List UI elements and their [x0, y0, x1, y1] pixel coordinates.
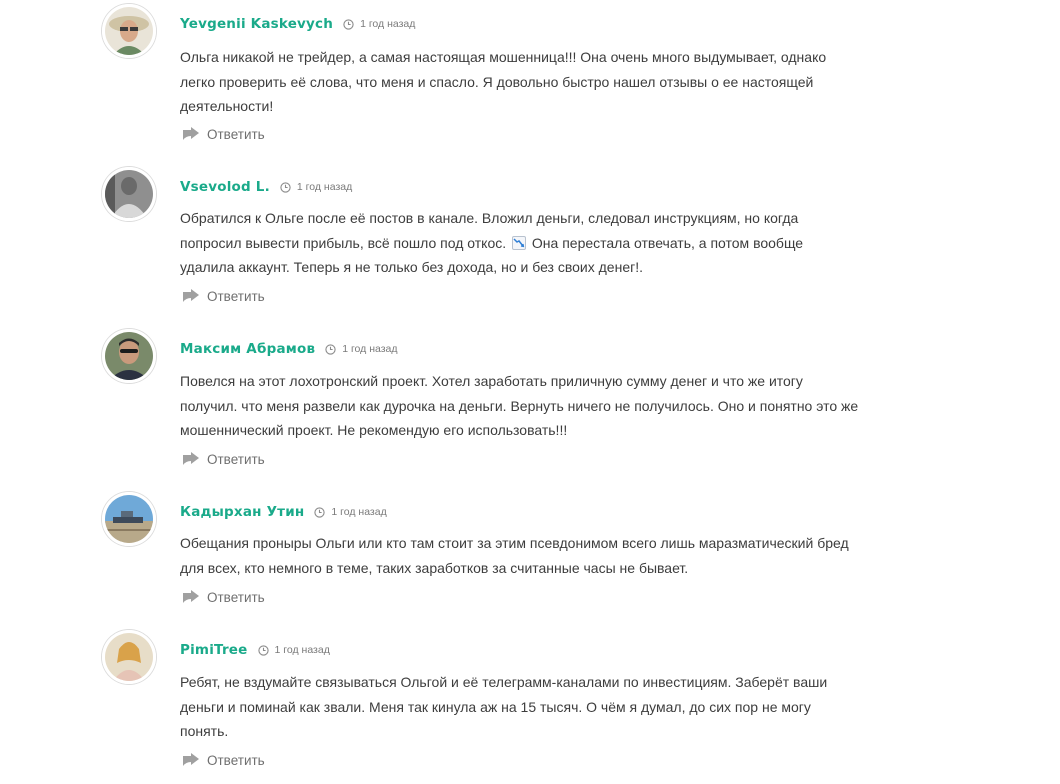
reply-arrow-icon: [183, 452, 199, 465]
comment-text-body: Ольга никакой не трейдер, а самая настоя…: [180, 49, 827, 114]
avatar[interactable]: [102, 630, 156, 684]
comment-text: Ребят, не вздумайте связываться Ольгой и…: [180, 670, 860, 744]
clock-icon: [280, 181, 291, 193]
reply-button[interactable]: Ответить: [182, 286, 265, 306]
time-label: 1 год назад: [331, 506, 387, 518]
author-name[interactable]: Кадырхан Утин: [180, 504, 304, 520]
comment-time[interactable]: 1 год назад: [257, 644, 330, 656]
comment-time[interactable]: 1 год назад: [325, 343, 398, 355]
comment-text-body: Повелся на этот лохотронский проект. Хот…: [180, 373, 859, 438]
clock-icon: [257, 644, 269, 656]
comment-text-body: Обещания проныры Ольги или кто там стоит…: [180, 535, 849, 576]
comment-time[interactable]: 1 год назад: [314, 506, 387, 518]
comment-meta: Максим Абрамов 1 год назад: [180, 339, 398, 359]
chart-decreasing-icon: [512, 235, 527, 250]
comment-meta: Кадырхан Утин 1 год назад: [180, 502, 387, 522]
avatar[interactable]: [102, 492, 156, 546]
reply-label: Ответить: [207, 288, 265, 304]
reply-button[interactable]: Ответить: [182, 449, 265, 469]
reply-button[interactable]: Ответить: [182, 124, 265, 144]
reply-label: Ответить: [207, 451, 265, 467]
time-label: 1 год назад: [296, 181, 353, 193]
comment-text: Обещания проныры Ольги или кто там стоит…: [180, 531, 860, 580]
time-label: 1 год назад: [342, 343, 398, 355]
reply-label: Ответить: [207, 126, 265, 142]
comment-text: Ольга никакой не трейдер, а самая настоя…: [180, 45, 860, 119]
reply-arrow-icon: [183, 127, 199, 140]
time-label: 1 год назад: [360, 18, 416, 30]
author-name[interactable]: Vsevolod L.: [180, 179, 270, 195]
comment-meta: Yevgenii Kaskevych 1 год назад: [180, 14, 415, 34]
comment-meta: Vsevolod L. 1 год назад: [180, 177, 352, 197]
avatar[interactable]: [102, 4, 156, 58]
comment-text-body: Ребят, не вздумайте связываться Ольгой и…: [180, 674, 828, 739]
avatar[interactable]: [102, 167, 156, 221]
clock-icon: [314, 506, 326, 518]
reply-arrow-icon: [183, 753, 199, 766]
reply-label: Ответить: [207, 752, 265, 768]
reply-arrow-icon: [183, 590, 199, 603]
comment-text: Обратился к Ольге после её постов в кана…: [180, 206, 860, 280]
comment-text: Повелся на этот лохотронский проект. Хот…: [180, 369, 860, 443]
avatar[interactable]: [102, 329, 156, 383]
reply-button[interactable]: Ответить: [182, 587, 265, 607]
author-name[interactable]: PimiTree: [180, 642, 248, 658]
time-label: 1 год назад: [274, 644, 330, 656]
reply-label: Ответить: [207, 589, 265, 605]
clock-icon: [343, 18, 354, 30]
comment-time[interactable]: 1 год назад: [343, 18, 415, 30]
author-name[interactable]: Максим Абрамов: [180, 341, 315, 357]
comment-meta: PimiTree 1 год назад: [180, 640, 330, 660]
reply-button[interactable]: Ответить: [182, 750, 265, 770]
comment-time[interactable]: 1 год назад: [280, 181, 352, 193]
clock-icon: [325, 343, 336, 355]
reply-arrow-icon: [183, 289, 199, 302]
author-name[interactable]: Yevgenii Kaskevych: [180, 16, 333, 32]
